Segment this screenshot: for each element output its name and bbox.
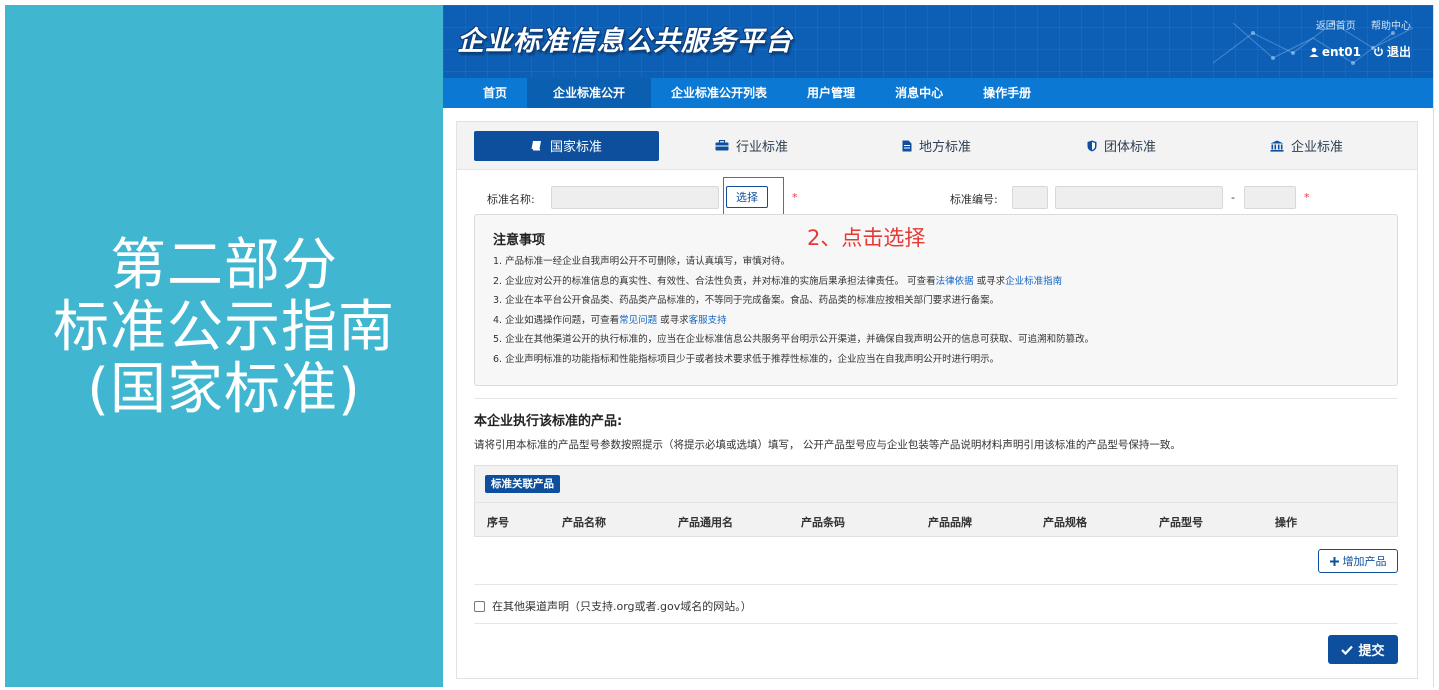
column-header: 产品品牌 [928, 516, 972, 529]
code-separator: - [1231, 191, 1235, 204]
tab-label: 行业标准 [735, 140, 788, 155]
check-icon [1341, 645, 1354, 655]
column-header: 产品型号 [1159, 516, 1203, 529]
notice-line: 2. 企业应对公开的标准信息的真实性、有效性、合法性负责，并对标准的实施后果承担… [493, 272, 1379, 292]
other-channel-checkbox[interactable] [474, 600, 485, 612]
required-mark: * [792, 191, 798, 204]
user-icon [1309, 47, 1319, 57]
user-area: ent01 退出 [1297, 43, 1411, 60]
related-products-badge: 标准关联产品 [485, 475, 560, 493]
notice-line: 3. 企业在本平台公开食品类、药品类产品标准的，不等同于完成备案。食品、药品类的… [493, 295, 1000, 306]
document-icon [902, 140, 912, 151]
notice-box: 注意事项 1. 产品标准一经企业自我声明公开不可删除，请认真填写，审慎对待。 2… [474, 214, 1398, 386]
add-product-label: 增加产品 [1342, 555, 1387, 568]
tab-label: 企业标准 [1290, 140, 1343, 155]
slide: 第二部分 标准公示指南 (国家标准) 企业标准信息公共服务平台 返回首页 帮助中… [0, 0, 1439, 690]
products-section-description: 请将引用本标准的产品型号参数按照提示（将提示必填或选填）填写， 公开产品型号应与… [474, 439, 1181, 451]
tab-label: 地方标准 [918, 140, 971, 155]
top-links: 返回首页 帮助中心 [1304, 17, 1411, 32]
institution-icon [1270, 140, 1284, 152]
nav-user-management[interactable]: 用户管理 [787, 78, 875, 108]
column-header: 产品名称 [562, 516, 606, 529]
standard-type-tabs: 国家标准 行业标准 地方标准 团体标准 企业标准 [457, 122, 1417, 170]
site-brand-logo[interactable]: 企业标准信息公共服务平台 [457, 19, 793, 58]
divider [474, 398, 1398, 399]
column-header: 产品规格 [1043, 516, 1087, 529]
logout-label: 退出 [1386, 45, 1411, 59]
shield-icon [1087, 140, 1097, 151]
notice-text: 或寻求 [657, 314, 689, 326]
main-nav: 首页 企业标准公开 企业标准公开列表 用户管理 消息中心 操作手册 [443, 78, 1433, 108]
notice-text: 2. 企业应对公开的标准信息的真实性、有效性、合法性负责，并对标准的实施后果承担… [493, 275, 936, 287]
tab-label: 团体标准 [1103, 140, 1156, 155]
related-products-table: 标准关联产品 序号 产品名称 产品通用名 产品条码 产品品牌 产品规格 产品型号… [474, 465, 1398, 537]
tab-enterprise-standard[interactable]: 企业标准 [1214, 131, 1399, 161]
notice-title: 注意事项 [493, 233, 546, 248]
column-header: 操作 [1275, 516, 1297, 529]
column-header: 产品条码 [801, 516, 845, 529]
notice-line: 6. 企业声明标准的功能指标和性能指标项目少于或者技术要求低于推荐性标准的，企业… [493, 353, 1000, 365]
divider [474, 584, 1398, 585]
site-header: 企业标准信息公共服务平台 返回首页 帮助中心 ent01 退出 [443, 5, 1433, 78]
nav-manual[interactable]: 操作手册 [963, 78, 1051, 108]
slide-title: 第二部分 标准公示指南 (国家标准) [53, 235, 395, 421]
table-header-row: 序号 产品名称 产品通用名 产品条码 产品品牌 产品规格 产品型号 操作 [475, 502, 1397, 537]
standard-code-number-input[interactable] [1055, 186, 1223, 209]
other-channel-option[interactable]: 在其他渠道声明（只支持.org或者.gov域名的网站。） [474, 598, 752, 614]
briefcase-icon [715, 140, 729, 151]
back-home-link[interactable]: 返回首页 [1316, 21, 1356, 32]
standard-code-label: 标准编号: [950, 193, 998, 206]
divider [474, 623, 1398, 624]
standard-code-year-input[interactable] [1244, 186, 1296, 209]
username: ent01 [1321, 44, 1361, 59]
other-channel-label: 在其他渠道声明（只支持.org或者.gov域名的网站。） [492, 600, 752, 613]
tab-local-standard[interactable]: 地方标准 [844, 131, 1029, 161]
tab-industry-standard[interactable]: 行业标准 [659, 131, 844, 161]
notice-line: 5. 企业在其他渠道公开的执行标准的，应当在企业标准信息公共服务平台明示公开渠道… [493, 334, 1095, 345]
column-header: 序号 [487, 516, 509, 529]
notice-text: 或寻求 [973, 275, 1006, 287]
tab-label: 国家标准 [549, 140, 602, 155]
legal-basis-link[interactable]: 法律依据 [936, 276, 974, 287]
select-standard-button[interactable]: 选择 [726, 186, 768, 208]
slide-title-line: (国家标准) [87, 357, 361, 422]
tab-national-standard[interactable]: 国家标准 [474, 130, 659, 161]
nav-message-center[interactable]: 消息中心 [875, 78, 963, 108]
nav-standard-list[interactable]: 企业标准公开列表 [651, 78, 787, 108]
slide-title-line: 第二部分 [110, 233, 338, 298]
app-window: 企业标准信息公共服务平台 返回首页 帮助中心 ent01 退出 首页 企业标准公… [443, 5, 1434, 687]
enterprise-guide-link[interactable]: 企业标准指南 [1005, 276, 1062, 287]
notice-line: 1. 产品标准一经企业自我声明公开不可删除，请认真填写，审慎对待。 [493, 256, 791, 267]
products-section-title: 本企业执行该标准的产品: [474, 414, 623, 429]
nav-standard-publish[interactable]: 企业标准公开 [527, 78, 652, 108]
plus-icon [1329, 556, 1339, 566]
logout-button[interactable]: 退出 [1373, 43, 1411, 60]
tab-group-standard[interactable]: 团体标准 [1029, 131, 1214, 161]
nav-home[interactable]: 首页 [463, 78, 527, 108]
required-mark: * [1304, 191, 1310, 204]
help-center-link[interactable]: 帮助中心 [1371, 21, 1411, 32]
instruction-annotation: 2、点击选择 [807, 226, 926, 250]
faq-link[interactable]: 常见问题 [619, 315, 657, 326]
add-product-button[interactable]: 增加产品 [1318, 549, 1398, 573]
notice-text: 4. 企业如遇操作问题，可查看 [493, 314, 620, 326]
submit-label: 提交 [1358, 644, 1385, 659]
standard-code-prefix-input[interactable] [1012, 186, 1048, 209]
submit-button[interactable]: 提交 [1328, 635, 1398, 664]
power-icon [1374, 46, 1383, 57]
book-icon [531, 141, 541, 151]
notice-line: 4. 企业如遇操作问题，可查看常见问题 或寻求客服支持 [493, 311, 1379, 331]
slide-side-panel: 第二部分 标准公示指南 (国家标准) [5, 5, 443, 687]
standard-form-row: 标准名称: 选择 * 标准编号: - * [487, 177, 1397, 219]
slide-title-line: 标准公示指南 [53, 295, 395, 360]
standard-name-label: 标准名称: [487, 193, 535, 206]
column-header: 产品通用名 [678, 516, 733, 529]
user-menu[interactable]: ent01 [1309, 45, 1361, 59]
support-link[interactable]: 客服支持 [689, 315, 727, 326]
standard-form-card: 国家标准 行业标准 地方标准 团体标准 企业标准 标准名称: 选择 * 标准编号… [456, 121, 1418, 679]
select-highlight-box: 选择 [723, 177, 784, 219]
standard-name-input[interactable] [551, 186, 719, 209]
